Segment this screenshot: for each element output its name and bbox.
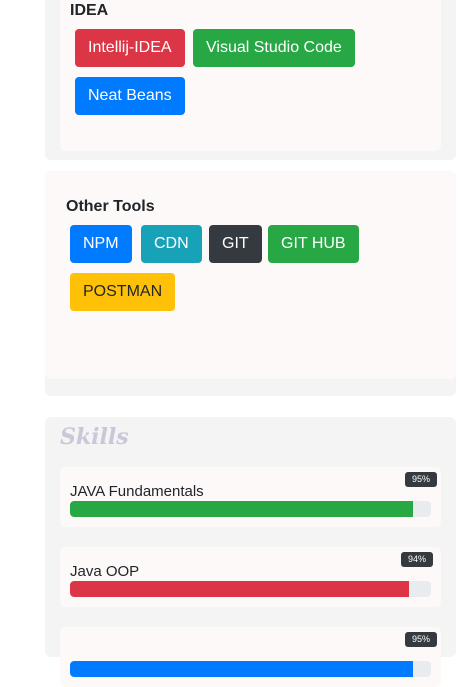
skill-name: Java OOP — [70, 563, 140, 580]
skill-percent-badge: 94% — [401, 552, 434, 567]
skill-card: 95% — [60, 627, 441, 687]
skills-section — [45, 417, 456, 657]
cdn-button[interactable]: CDN — [141, 225, 202, 263]
neat-beans-button[interactable]: Neat Beans — [75, 77, 185, 115]
skill-name: JAVA Fundamentals — [70, 483, 204, 500]
skill-progress-fill — [70, 581, 410, 597]
npm-button[interactable]: NPM — [70, 225, 132, 263]
postman-button[interactable]: POSTMAN — [70, 273, 176, 311]
skill-card: 95% JAVA Fundamentals — [60, 467, 441, 527]
skill-progress-track — [70, 661, 431, 677]
skill-progress-track — [70, 581, 431, 597]
github-button[interactable]: GIT HUB — [268, 225, 359, 263]
idea-title: IDEA — [70, 2, 109, 19]
skills-title: Skills — [60, 424, 129, 450]
skill-progress-fill — [70, 661, 413, 677]
git-button[interactable]: GIT — [209, 225, 262, 263]
skill-progress-track — [70, 501, 431, 517]
intellij-idea-button[interactable]: Intellij-IDEA — [75, 29, 185, 67]
vscode-button[interactable]: Visual Studio Code — [193, 29, 355, 67]
skill-card: 94% Java OOP — [60, 547, 441, 607]
skill-progress-fill — [70, 501, 413, 517]
skill-percent-badge: 95% — [405, 472, 438, 487]
other-tools-title: Other Tools — [66, 198, 155, 215]
idea-card — [60, 0, 441, 151]
